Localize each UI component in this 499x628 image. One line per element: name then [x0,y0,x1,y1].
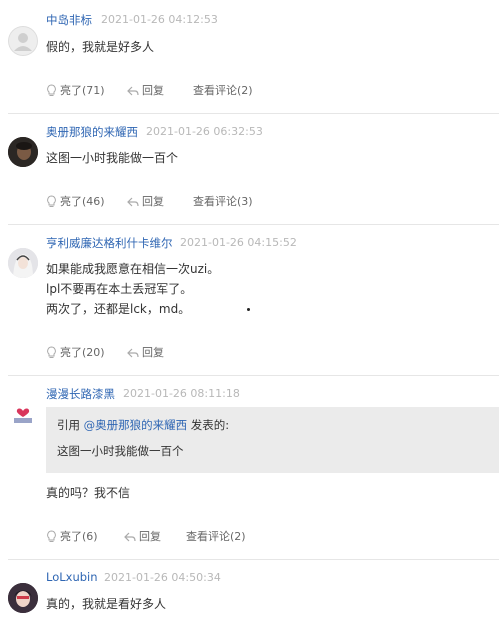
comment-text-line-1: 如果能成我愿意在相信一次uzi。 [46,262,220,276]
bulb-icon [47,195,56,207]
like-label: 亮了(71) [60,84,105,97]
timestamp: 2021-01-26 04:50:34 [104,571,221,584]
reply-button[interactable]: 回复 [127,82,164,98]
comment-text-line-2: lpl不要再在本土丢冠军了。 [46,282,193,296]
comment-text: 假的，我就是好多人 [46,40,155,54]
username[interactable]: 漫漫长路漆黑 [46,386,115,402]
username[interactable]: LoLxubin [46,570,98,584]
user-photo-icon [8,248,38,278]
timestamp: 2021-01-26 04:12:53 [101,13,218,26]
reply-label: 回复 [142,84,164,97]
like-label: 亮了(6) [60,530,98,543]
timestamp: 2021-01-26 06:32:53 [146,125,263,138]
like-button[interactable]: 亮了(20) [46,344,105,360]
reply-button[interactable]: 回复 [127,193,164,209]
reply-arrow-icon [127,348,139,358]
divider [8,559,499,560]
like-label: 亮了(20) [60,346,105,359]
bulb-icon [47,346,56,358]
reply-label: 回复 [142,195,164,208]
reply-arrow-icon [124,532,136,542]
user-photo-icon [8,137,38,167]
view-comments-link[interactable]: 查看评论(2) [193,82,253,98]
like-button[interactable]: 亮了(46) [46,193,105,209]
divider [8,375,499,376]
reply-label: 回复 [142,346,164,359]
quote-suffix: 发表的: [187,418,230,432]
reply-button[interactable]: 回复 [124,528,161,544]
avatar[interactable] [8,399,38,429]
avatar[interactable] [8,26,38,56]
divider [8,113,499,114]
username[interactable]: 中岛非标 [46,12,92,28]
quote-header: 引用 @奥册那狼的来耀西 发表的: [57,417,229,433]
like-button[interactable]: 亮了(71) [46,82,105,98]
default-avatar-icon [8,26,38,56]
bulb-icon [47,84,56,96]
reply-arrow-icon [127,86,139,96]
view-comments-link[interactable]: 查看评论(3) [193,193,253,209]
timestamp: 2021-01-26 04:15:52 [180,236,297,249]
reply-button[interactable]: 回复 [127,344,164,360]
like-button[interactable]: 亮了(6) [46,528,98,544]
quote-text: 这图一小时我能做一百个 [57,444,184,458]
like-label: 亮了(46) [60,195,105,208]
quote-prefix: 引用 [57,418,84,432]
avatar[interactable] [8,248,38,278]
heart-sticker-icon [8,399,38,429]
bulb-icon [47,530,56,542]
quote-block: 引用 @奥册那狼的来耀西 发表的: 这图一小时我能做一百个 [46,407,499,473]
timestamp: 2021-01-26 08:11:18 [123,387,240,400]
username[interactable]: 奥册那狼的来耀西 [46,124,138,140]
comment-text: 真的，我就是看好多人 [46,597,167,611]
comment-text: 这图一小时我能做一百个 [46,151,179,165]
user-photo-icon [8,583,38,613]
comment-text: 真的吗？我不信 [46,486,131,500]
username[interactable]: 亨利威廉达格利什卡维尔 [46,235,173,251]
reply-arrow-icon [127,197,139,207]
divider [8,224,499,225]
avatar[interactable] [8,137,38,167]
quoted-user-link[interactable]: @奥册那狼的来耀西 [84,418,188,432]
view-comments-link[interactable]: 查看评论(2) [186,528,246,544]
avatar[interactable] [8,583,38,613]
comment-text-line-3: 两次了，还都是lck，md。 [46,302,191,316]
reply-label: 回复 [139,530,161,543]
stray-dot [247,308,250,311]
